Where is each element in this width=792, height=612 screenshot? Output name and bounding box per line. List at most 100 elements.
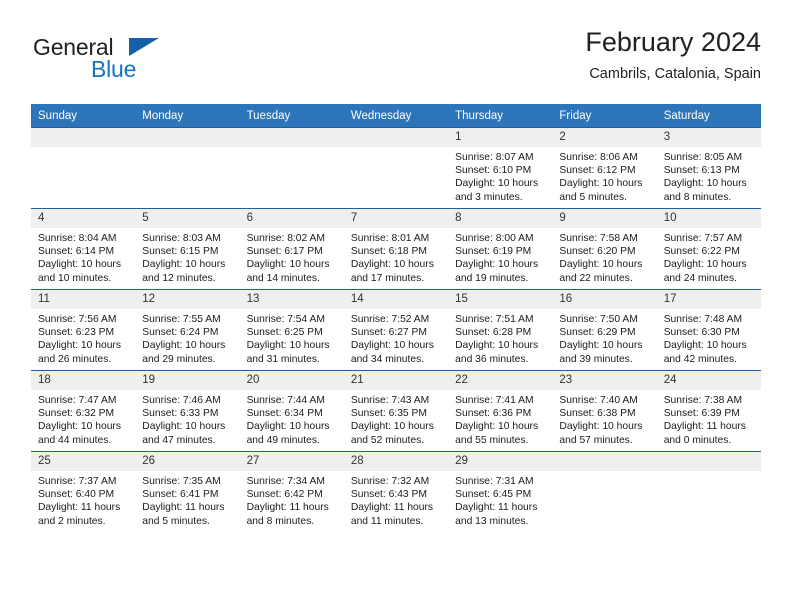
sunset-text: Sunset: 6:22 PM bbox=[663, 246, 740, 258]
day-details: Sunrise: 7:58 AM Sunset: 6:20 PM Daylight:… bbox=[552, 228, 656, 285]
calendar-day-cell[interactable]: 25 Sunrise: 7:37 AM Sunset: 6:40 PM Dayligh… bbox=[31, 451, 136, 532]
sunrise-text: Sunrise: 7:40 AM bbox=[559, 395, 638, 406]
day-number: 24 bbox=[656, 371, 761, 390]
calendar-day-cell[interactable]: 4 Sunrise: 8:04 AM Sunset: 6:14 PM Daylight… bbox=[31, 208, 136, 290]
sunset-text: Sunset: 6:28 PM bbox=[455, 327, 532, 339]
calendar-day-cell[interactable]: 2 Sunrise: 8:06 AM Sunset: 6:12 PM Daylight… bbox=[552, 127, 657, 209]
sunset-text: Sunset: 6:45 PM bbox=[455, 489, 532, 501]
weekday-header-friday: Friday bbox=[552, 104, 657, 128]
sunrise-text: Sunrise: 8:07 AM bbox=[455, 152, 534, 163]
day-details: Sunrise: 8:03 AM Sunset: 6:15 PM Daylight:… bbox=[135, 228, 239, 285]
calendar-day-cell[interactable]: 5 Sunrise: 8:03 AM Sunset: 6:15 PM Daylight… bbox=[135, 208, 240, 290]
calendar-day-cell[interactable]: 11 Sunrise: 7:56 AM Sunset: 6:23 PM Dayligh… bbox=[31, 289, 136, 371]
calendar-day-cell[interactable]: 6 Sunrise: 8:02 AM Sunset: 6:17 PM Daylight… bbox=[239, 208, 344, 290]
daylight-text-line2: and 10 minutes. bbox=[38, 272, 112, 284]
sunrise-text: Sunrise: 7:31 AM bbox=[455, 476, 534, 487]
day-number: 5 bbox=[135, 209, 240, 228]
day-details: Sunrise: 7:43 AM Sunset: 6:35 PM Daylight:… bbox=[344, 390, 448, 447]
sunset-text: Sunset: 6:14 PM bbox=[38, 246, 115, 258]
daylight-text-line2: and 3 minutes. bbox=[455, 191, 523, 203]
calendar-day-cell[interactable]: 20 Sunrise: 7:44 AM Sunset: 6:34 PM Dayligh… bbox=[239, 370, 344, 452]
weekday-header-tuesday: Tuesday bbox=[239, 104, 344, 128]
calendar-day-cell[interactable]: 22 Sunrise: 7:41 AM Sunset: 6:36 PM Dayligh… bbox=[448, 370, 553, 452]
calendar-day-cell[interactable]: 17 Sunrise: 7:48 AM Sunset: 6:30 PM Dayligh… bbox=[656, 289, 761, 371]
sunset-text: Sunset: 6:19 PM bbox=[455, 246, 532, 258]
calendar-day-cell[interactable]: 13 Sunrise: 7:54 AM Sunset: 6:25 PM Dayligh… bbox=[239, 289, 344, 371]
calendar-day-cell[interactable]: 15 Sunrise: 7:51 AM Sunset: 6:28 PM Dayligh… bbox=[448, 289, 553, 371]
calendar-day-cell[interactable]: 14 Sunrise: 7:52 AM Sunset: 6:27 PM Dayligh… bbox=[343, 289, 449, 371]
sunset-text: Sunset: 6:25 PM bbox=[246, 327, 323, 339]
daylight-text-line1: Daylight: 10 hours bbox=[350, 340, 434, 352]
day-number: 28 bbox=[343, 452, 449, 471]
day-details: Sunrise: 7:44 AM Sunset: 6:34 PM Daylight:… bbox=[240, 390, 344, 447]
calendar-day-cell[interactable]: 21 Sunrise: 7:43 AM Sunset: 6:35 PM Dayligh… bbox=[343, 370, 449, 452]
calendar-day-cell[interactable]: 18 Sunrise: 7:47 AM Sunset: 6:32 PM Dayligh… bbox=[31, 370, 136, 452]
day-details: Sunrise: 7:50 AM Sunset: 6:29 PM Daylight:… bbox=[552, 309, 656, 366]
daylight-text-line2: and 22 minutes. bbox=[559, 272, 633, 284]
calendar-day-cell[interactable]: 7 Sunrise: 8:01 AM Sunset: 6:18 PM Daylight… bbox=[343, 208, 449, 290]
calendar-day-cell[interactable]: 10 Sunrise: 7:57 AM Sunset: 6:22 PM Dayligh… bbox=[656, 208, 761, 290]
sunrise-text: Sunrise: 7:50 AM bbox=[559, 314, 638, 325]
calendar-day-cell[interactable]: 3 Sunrise: 8:05 AM Sunset: 6:13 PM Daylight… bbox=[656, 127, 761, 209]
daylight-text-line2: and 8 minutes. bbox=[246, 515, 315, 527]
day-number: 9 bbox=[552, 209, 657, 228]
sunrise-text: Sunrise: 7:57 AM bbox=[663, 233, 743, 244]
calendar-empty-cell bbox=[343, 127, 449, 209]
day-details: Sunrise: 7:46 AM Sunset: 6:33 PM Daylight:… bbox=[135, 390, 239, 447]
weekday-header-saturday: Saturday bbox=[656, 104, 761, 128]
weekday-header-sunday: Sunday bbox=[31, 104, 136, 128]
sunset-text: Sunset: 6:38 PM bbox=[559, 408, 636, 420]
calendar-day-cell[interactable]: 29 Sunrise: 7:31 AM Sunset: 6:45 PM Dayligh… bbox=[448, 451, 553, 532]
daylight-text-line1: Daylight: 10 hours bbox=[142, 421, 226, 433]
daylight-text-line2: and 11 minutes. bbox=[350, 515, 424, 527]
day-details: Sunrise: 8:04 AM Sunset: 6:14 PM Daylight:… bbox=[31, 228, 135, 285]
daylight-text-line2: and 17 minutes. bbox=[350, 272, 425, 284]
calendar-day-cell[interactable]: 23 Sunrise: 7:40 AM Sunset: 6:38 PM Dayligh… bbox=[552, 370, 657, 452]
calendar-day-cell[interactable]: 16 Sunrise: 7:50 AM Sunset: 6:29 PM Dayligh… bbox=[552, 289, 657, 371]
sunrise-text: Sunrise: 8:00 AM bbox=[455, 233, 534, 244]
title-block: February 2024 Cambrils, Catalonia, Spain bbox=[585, 26, 761, 84]
calendar-day-cell[interactable]: 19 Sunrise: 7:46 AM Sunset: 6:33 PM Dayligh… bbox=[135, 370, 240, 452]
daylight-text-line2: and 31 minutes. bbox=[246, 353, 320, 365]
calendar-table: Sunday Monday Tuesday Wednesday Thursday… bbox=[31, 104, 761, 532]
day-number: 26 bbox=[135, 452, 240, 471]
sunrise-text: Sunrise: 7:35 AM bbox=[142, 476, 221, 487]
sunrise-text: Sunrise: 8:04 AM bbox=[38, 233, 117, 244]
daylight-text-line1: Daylight: 10 hours bbox=[559, 178, 643, 190]
calendar-day-cell[interactable]: 26 Sunrise: 7:35 AM Sunset: 6:41 PM Dayligh… bbox=[135, 451, 240, 532]
sunset-text: Sunset: 6:30 PM bbox=[663, 327, 740, 339]
day-number bbox=[239, 128, 344, 147]
daylight-text-line1: Daylight: 10 hours bbox=[455, 178, 539, 190]
day-details: Sunrise: 8:02 AM Sunset: 6:17 PM Daylight:… bbox=[240, 228, 344, 285]
daylight-text-line1: Daylight: 10 hours bbox=[559, 259, 643, 271]
daylight-text-line2: and 34 minutes. bbox=[350, 353, 425, 365]
daylight-text-line1: Daylight: 10 hours bbox=[455, 421, 539, 433]
sunset-text: Sunset: 6:40 PM bbox=[38, 489, 115, 501]
sunrise-text: Sunrise: 7:44 AM bbox=[246, 395, 325, 406]
sunrise-text: Sunrise: 7:54 AM bbox=[246, 314, 325, 325]
day-number bbox=[656, 452, 761, 471]
day-details: Sunrise: 7:38 AM Sunset: 6:39 PM Daylight:… bbox=[657, 390, 761, 447]
day-number: 21 bbox=[343, 371, 449, 390]
calendar-day-cell[interactable]: 1 Sunrise: 8:07 AM Sunset: 6:10 PM Daylight… bbox=[448, 127, 553, 209]
day-number bbox=[552, 452, 657, 471]
sunset-text: Sunset: 6:35 PM bbox=[350, 408, 427, 420]
sunset-text: Sunset: 6:43 PM bbox=[350, 489, 427, 501]
daylight-text-line1: Daylight: 10 hours bbox=[455, 340, 539, 352]
calendar-day-cell[interactable]: 27 Sunrise: 7:34 AM Sunset: 6:42 PM Dayligh… bbox=[239, 451, 344, 532]
day-number bbox=[31, 128, 136, 147]
calendar-day-cell[interactable]: 28 Sunrise: 7:32 AM Sunset: 6:43 PM Dayligh… bbox=[343, 451, 449, 532]
page-header: General Blue February 2024 Cambrils, Cat… bbox=[31, 26, 761, 96]
calendar-day-cell[interactable]: 9 Sunrise: 7:58 AM Sunset: 6:20 PM Daylight… bbox=[552, 208, 657, 290]
weekday-header-row: Sunday Monday Tuesday Wednesday Thursday… bbox=[31, 104, 761, 128]
sunrise-text: Sunrise: 7:32 AM bbox=[350, 476, 430, 487]
sunrise-text: Sunrise: 7:46 AM bbox=[142, 395, 221, 406]
calendar-day-cell[interactable]: 24 Sunrise: 7:38 AM Sunset: 6:39 PM Dayligh… bbox=[656, 370, 761, 452]
sunset-text: Sunset: 6:29 PM bbox=[559, 327, 636, 339]
calendar-day-cell[interactable]: 8 Sunrise: 8:00 AM Sunset: 6:19 PM Daylight… bbox=[448, 208, 553, 290]
daylight-text-line1: Daylight: 11 hours bbox=[246, 502, 329, 514]
calendar-day-cell[interactable]: 12 Sunrise: 7:55 AM Sunset: 6:24 PM Dayligh… bbox=[135, 289, 240, 371]
day-number: 19 bbox=[135, 371, 240, 390]
day-number: 6 bbox=[239, 209, 344, 228]
day-details: Sunrise: 7:41 AM Sunset: 6:36 PM Daylight:… bbox=[448, 390, 552, 447]
